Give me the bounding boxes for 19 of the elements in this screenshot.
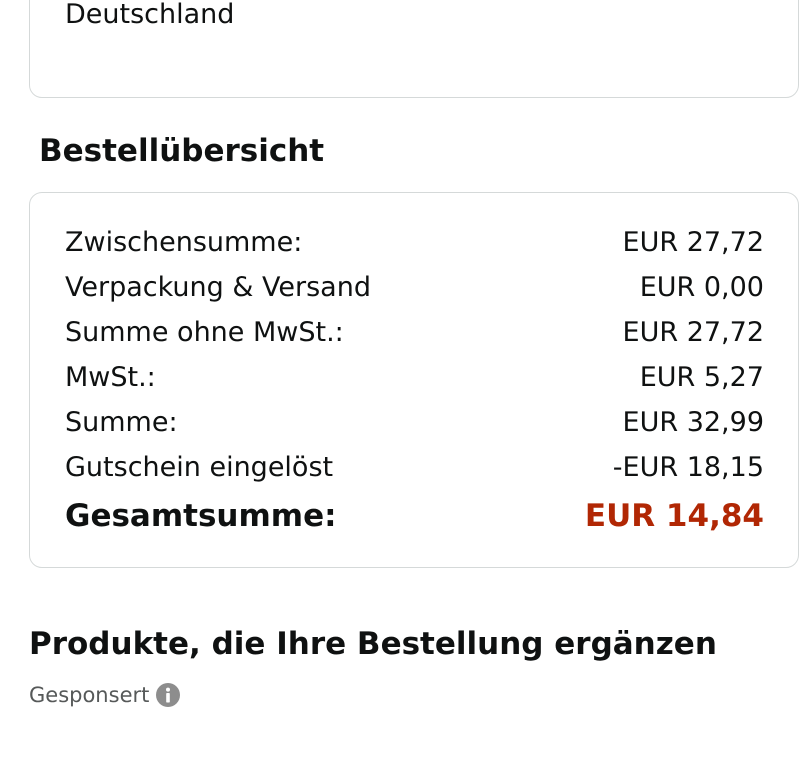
section-heading: Produkte, die Ihre Bestellung ergänzen xyxy=(29,625,718,664)
total-label: Gesamtsumme: xyxy=(65,498,337,534)
address-country: Deutschland xyxy=(65,0,236,31)
line-amount: EUR 5,27 xyxy=(640,362,764,393)
line-amount: EUR 32,99 xyxy=(622,407,764,438)
line-label: Summe ohne MwSt.: xyxy=(65,317,344,348)
line-label: Zwischensumme: xyxy=(65,227,302,258)
line-amount: EUR 27,72 xyxy=(622,317,764,348)
line-label: Verpackung & Versand xyxy=(65,272,371,303)
total-amount: EUR 14,84 xyxy=(584,498,764,534)
line-label: MwSt.: xyxy=(65,362,156,393)
sponsored-label: Gesponsert xyxy=(29,682,150,709)
section-heading: Bestellübersicht xyxy=(38,132,326,171)
line-amount: EUR 27,72 xyxy=(622,227,764,258)
info-icon[interactable] xyxy=(156,683,180,707)
line-label: Summe: xyxy=(65,407,178,438)
line-label: Gutschein eingelöst xyxy=(65,452,334,483)
line-amount: EUR 0,00 xyxy=(640,272,764,303)
line-amount: -EUR 18,15 xyxy=(612,452,764,483)
